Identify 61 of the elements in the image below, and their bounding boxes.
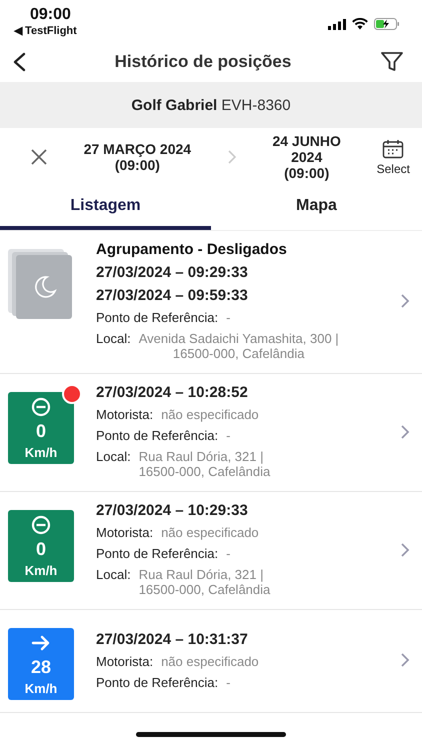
- speed-unit: Km/h: [24, 681, 58, 696]
- field-value: -: [226, 546, 230, 561]
- chevron-right-icon: [400, 652, 410, 668]
- position-item[interactable]: Agrupamento - Desligados 27/03/2024 – 09:29:33 27/03/2024 – 09:59:33 Ponto de Referência: - Local: Avenida Sadaichi Yamashita, 300 | 16500-000, Cafelândia: [0, 231, 422, 374]
- chevron-right-icon: [226, 149, 237, 165]
- stop-icon: [31, 397, 51, 417]
- field-label: Ponto de Referência:: [96, 310, 218, 325]
- field-value: não especificado: [161, 407, 259, 422]
- speed-value: 28: [30, 656, 52, 678]
- stop-icon: [31, 515, 51, 535]
- item-datetime: 27/03/2024 – 10:28:52: [96, 384, 249, 401]
- stack-icon: [8, 249, 72, 321]
- field-label: Motorista:: [96, 407, 154, 422]
- field-label: Ponto de Referência:: [96, 428, 218, 443]
- calendar-icon: [382, 138, 404, 158]
- field-value: não especificado: [161, 525, 259, 540]
- chevron-right-icon: [400, 293, 410, 309]
- field-value: Avenida Sadaichi Yamashita, 300 | 16500-000, Cafelândia: [138, 331, 339, 361]
- clear-icon[interactable]: [30, 148, 48, 166]
- status-time: 09:00: [29, 6, 72, 24]
- position-item[interactable]: 0 Km/h 27/03/2024 – 10:29:33 Motorista: não especificado Ponto de Referência: - Local: Rua Raul Dória, 321 | 16500-000, Cafelândia: [0, 492, 422, 610]
- screen-title: Histórico de posições: [114, 52, 292, 72]
- field-label: Local:: [96, 449, 131, 466]
- chevron-right-icon: [400, 542, 410, 558]
- wifi-icon: [352, 18, 368, 30]
- end-date[interactable]: 24 JUNHO 2024 (09:00): [272, 133, 341, 181]
- select-date-button[interactable]: Select: [376, 138, 410, 176]
- back-icon[interactable]: [12, 52, 26, 72]
- speed-value: 0: [36, 420, 46, 442]
- field-value: -: [226, 310, 230, 325]
- item-datetime: 27/03/2024 – 09:29:33: [96, 264, 249, 281]
- field-value: -: [226, 674, 230, 690]
- field-value: Rua Raul Dória, 321 | 16500-000, Cafelândia: [138, 567, 270, 597]
- filter-icon[interactable]: [380, 51, 404, 73]
- field-label: Local:: [96, 567, 131, 584]
- speed-unit: Km/h: [24, 445, 58, 460]
- field-label: Ponto de Referência:: [96, 546, 218, 561]
- position-item[interactable]: 28 Km/h 27/03/2024 – 10:31:37 Motorista: não especificado Ponto de Referência: -: [0, 610, 422, 713]
- chevron-right-icon: [400, 424, 410, 440]
- field-label: Motorista:: [96, 525, 154, 540]
- field-label: Local:: [96, 331, 131, 348]
- field-label: Ponto de Referência:: [96, 674, 218, 690]
- field-value: não especificado: [161, 654, 259, 668]
- speed-unit: Km/h: [24, 563, 58, 578]
- speed-value: 0: [36, 538, 46, 560]
- field-value: -: [226, 428, 230, 443]
- item-datetime: 27/03/2024 – 09:59:33: [96, 287, 249, 304]
- item-datetime: 27/03/2024 – 10:31:37: [96, 630, 249, 648]
- item-datetime: 27/03/2024 – 10:29:33: [96, 502, 249, 519]
- tab[interactable]: Listagem: [0, 186, 211, 230]
- field-label: Motorista:: [96, 654, 154, 668]
- vehicle-name: Golf Gabriel EVH-8360: [131, 96, 291, 114]
- field-value: Rua Raul Dória, 321 | 16500-000, Cafelândia: [138, 449, 270, 479]
- start-date[interactable]: 27 MARÇO 2024 (09:00): [84, 141, 192, 173]
- item-title: Agrupamento - Desligados: [96, 241, 288, 258]
- arrow-right-icon: [31, 633, 51, 653]
- signal-icon: [328, 18, 346, 30]
- back-to-app-link[interactable]: ◀ TestFlight: [14, 24, 77, 37]
- tab[interactable]: Mapa: [211, 186, 422, 230]
- battery-icon: [374, 18, 400, 30]
- position-item[interactable]: 0 Km/h 27/03/2024 – 10:28:52 Motorista: não especificado Ponto de Referência: - Local: Rua Raul Dória, 321 | 16500-000, Cafelândia: [0, 374, 422, 492]
